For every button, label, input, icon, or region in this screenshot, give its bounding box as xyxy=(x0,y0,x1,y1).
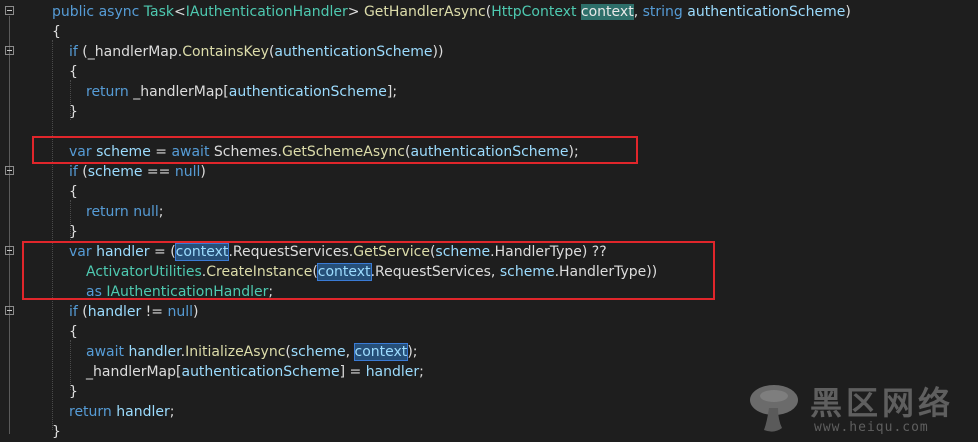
code-token: } xyxy=(69,384,78,400)
code-line[interactable]: } xyxy=(69,222,78,242)
code-token: , xyxy=(633,4,643,20)
code-line[interactable]: if (_handlerMap.ContainsKey(authenticati… xyxy=(69,42,443,62)
code-token: { xyxy=(52,24,61,40)
code-token: _handlerMap[ xyxy=(128,84,229,100)
code-token: )) xyxy=(432,44,444,60)
code-line[interactable]: return _handlerMap[authenticationScheme]… xyxy=(86,82,397,102)
code-token: } xyxy=(52,424,61,440)
code-token: > xyxy=(347,4,364,20)
code-token: handler xyxy=(365,364,420,380)
code-token: if xyxy=(69,44,78,60)
code-token: null xyxy=(174,164,201,180)
code-token: context xyxy=(580,4,634,20)
code-token: await xyxy=(86,344,124,360)
watermark-url: www.heiqu.com xyxy=(814,420,929,435)
code-token: InitializeAsync xyxy=(185,344,286,360)
code-token: IAuthenticationHandler xyxy=(185,4,348,20)
code-line[interactable]: { xyxy=(69,62,78,82)
code-token: public xyxy=(52,4,95,20)
code-token: handler xyxy=(128,344,181,360)
code-token: == xyxy=(142,164,175,180)
highlight-box-create-handler xyxy=(22,241,715,300)
code-token: GetHandlerAsync xyxy=(363,4,486,20)
code-token: { xyxy=(69,324,78,340)
code-token: } xyxy=(69,104,78,120)
code-token: (_handlerMap. xyxy=(77,44,183,60)
code-token: != xyxy=(141,304,168,320)
code-line[interactable]: return handler; xyxy=(69,402,174,422)
highlight-box-get-scheme xyxy=(32,136,638,164)
code-token: handler xyxy=(116,404,170,420)
code-editor[interactable]: public async Task<IAuthenticationHandler… xyxy=(0,0,978,442)
code-token: ) xyxy=(845,4,851,20)
code-token: return xyxy=(86,84,129,100)
code-token: , xyxy=(345,344,355,360)
code-line[interactable]: { xyxy=(69,182,78,202)
code-token: if xyxy=(69,304,78,320)
code-token: context xyxy=(353,343,409,361)
code-token: ) xyxy=(193,304,199,320)
code-token: null xyxy=(133,204,159,220)
code-token: scheme xyxy=(87,164,143,180)
code-line[interactable]: { xyxy=(52,22,61,42)
code-line[interactable]: } xyxy=(69,382,78,402)
code-token: string xyxy=(642,4,683,20)
code-token: } xyxy=(69,224,78,240)
code-token: authenticationScheme xyxy=(274,44,433,60)
code-line[interactable]: await handler.InitializeAsync(scheme, co… xyxy=(86,342,418,362)
code-token: handler xyxy=(87,304,142,320)
code-token: { xyxy=(69,64,78,80)
code-token: authenticationScheme xyxy=(181,364,340,380)
code-token: ; xyxy=(169,404,175,420)
code-token: ); xyxy=(407,344,418,360)
code-token: { xyxy=(69,184,78,200)
code-token: ] = xyxy=(339,364,366,380)
code-token: return xyxy=(86,204,129,220)
code-token: Task xyxy=(143,4,174,20)
code-token: ; xyxy=(419,364,424,380)
code-token: ContainsKey xyxy=(182,44,269,60)
code-token: authenticationScheme xyxy=(687,4,846,20)
mushroom-logo-icon xyxy=(750,385,798,432)
code-line[interactable]: if (scheme == null) xyxy=(69,162,206,182)
code-line[interactable]: public async Task<IAuthenticationHandler… xyxy=(52,2,851,22)
code-line[interactable]: } xyxy=(52,422,61,442)
watermark: 黑区网络 www.heiqu.com xyxy=(744,378,974,440)
code-token: < xyxy=(173,4,186,20)
watermark-chinese: 黑区网络 xyxy=(810,384,955,422)
code-token: scheme xyxy=(290,344,346,360)
code-token: HttpContext xyxy=(491,4,577,20)
code-token: ) xyxy=(200,164,206,180)
code-token: ( xyxy=(77,164,88,180)
code-line[interactable]: } xyxy=(69,102,78,122)
code-line[interactable]: _handlerMap[authenticationScheme] = hand… xyxy=(86,362,424,382)
code-token: _handlerMap[ xyxy=(86,364,182,380)
code-token: async xyxy=(98,4,140,20)
code-token: return xyxy=(69,404,112,420)
code-line[interactable]: return null; xyxy=(86,202,164,222)
code-line[interactable]: { xyxy=(69,322,78,342)
code-line[interactable]: if (handler != null) xyxy=(69,302,198,322)
code-token: ]; xyxy=(386,84,398,100)
code-token: ( xyxy=(77,304,88,320)
code-token: authenticationScheme xyxy=(228,84,387,100)
code-token: null xyxy=(167,304,194,320)
code-token: if xyxy=(69,164,78,180)
code-token: ; xyxy=(158,204,164,220)
